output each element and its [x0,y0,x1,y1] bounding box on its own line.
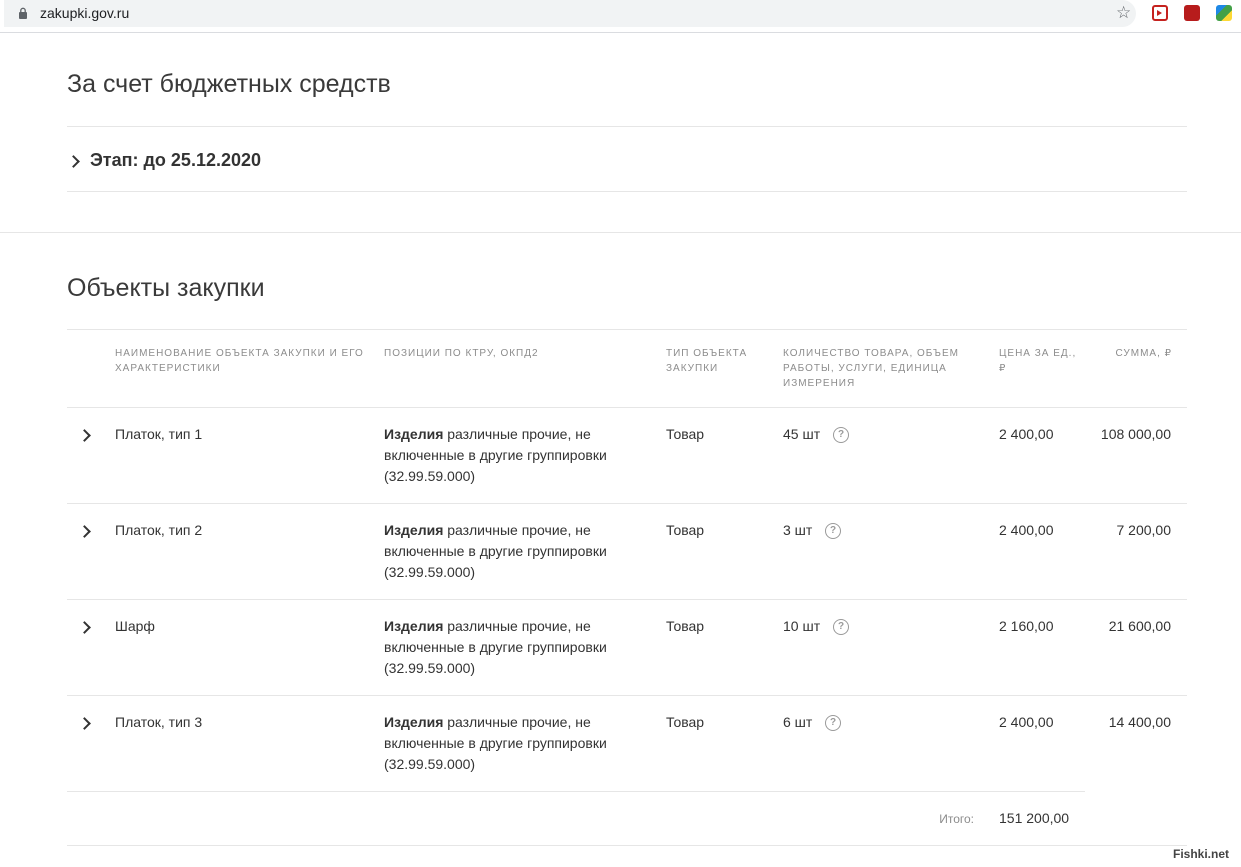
section-divider [0,232,1241,233]
row-price: 2 160,00 [999,618,1054,634]
table-top-border [67,329,1187,330]
total-value: 151 200,00 [999,810,1070,826]
row-price: 2 400,00 [999,426,1054,442]
row-position: Изделия различные прочие, не включенные … [384,424,629,487]
browser-toolbar: zakupki.gov.ru ☆ [0,0,1241,33]
extension-icon-play[interactable] [1152,5,1168,21]
row-divider [67,503,1187,504]
row-quantity: 45 шт [783,426,821,442]
row-sum: 14 400,00 [1108,714,1171,730]
row-sum: 7 200,00 [1116,522,1172,538]
url-text: zakupki.gov.ru [40,5,130,21]
row-position: Изделия различные прочие, не включенные … [384,520,629,583]
row-object-name: Платок, тип 3 [115,714,203,730]
header-sum: СУММА, ₽ [1115,348,1172,359]
row-price: 2 400,00 [999,522,1054,538]
position-bold: Изделия [384,714,444,730]
help-icon[interactable]: ? [833,427,849,443]
row-type: Товар [666,714,705,730]
lock-icon [19,7,27,19]
row-position: Изделия различные прочие, не включенные … [384,712,629,775]
extension-icon-color[interactable] [1216,5,1232,21]
row-object-name: Платок, тип 1 [115,426,203,442]
row-price: 2 400,00 [999,714,1054,730]
bookmark-star-icon[interactable]: ☆ [1116,3,1131,23]
row-quantity: 10 шт [783,618,821,634]
row-type: Товар [666,618,705,634]
header-bottom-border [67,407,1187,408]
help-icon[interactable]: ? [833,619,849,635]
funding-section-title: За счет бюджетных средств [67,70,391,98]
position-bold: Изделия [384,426,444,442]
row-object-name: Шарф [115,618,155,634]
position-bold: Изделия [384,522,444,538]
extension-icon-pdf[interactable] [1184,5,1200,21]
row-divider [67,695,1187,696]
expand-row-chevron-icon[interactable] [78,525,91,538]
divider [67,191,1187,192]
table-bottom-border [67,845,1187,846]
header-price: ЦЕНА ЗА ЕД., ₽ [999,348,1077,374]
header-positions: ПОЗИЦИИ ПО КТРУ, ОКПД2 [384,348,539,359]
expand-row-chevron-icon[interactable] [78,621,91,634]
watermark: Fishki.net [1173,847,1230,861]
row-object-name: Платок, тип 2 [115,522,203,538]
help-icon[interactable]: ? [825,523,841,539]
row-quantity: 3 шт [783,522,813,538]
header-name: НАИМЕНОВАНИЕ ОБЪЕКТА ЗАКУПКИ И ЕГО ХАРАК… [115,348,364,374]
objects-section-title: Объекты закупки [67,274,265,302]
divider [67,126,1187,127]
row-position: Изделия различные прочие, не включенные … [384,616,629,679]
row-sum: 21 600,00 [1108,618,1171,634]
row-divider [67,599,1187,600]
address-bar[interactable]: zakupki.gov.ru ☆ [4,0,1136,27]
chevron-right-icon [67,155,80,168]
row-quantity: 6 шт [783,714,813,730]
total-label: Итого: [939,812,974,826]
header-type: ТИП ОБЪЕКТА ЗАКУПКИ [666,348,748,374]
row-divider [67,791,1085,792]
help-icon[interactable]: ? [825,715,841,731]
expand-row-chevron-icon[interactable] [78,429,91,442]
position-bold: Изделия [384,618,444,634]
expand-row-chevron-icon[interactable] [78,717,91,730]
row-type: Товар [666,522,705,538]
row-type: Товар [666,426,705,442]
header-quantity: КОЛИЧЕСТВО ТОВАРА, ОБЪЕМ РАБОТЫ, УСЛУГИ,… [783,348,959,389]
row-sum: 108 000,00 [1100,426,1171,442]
stage-label: Этап: до 25.12.2020 [90,150,262,170]
